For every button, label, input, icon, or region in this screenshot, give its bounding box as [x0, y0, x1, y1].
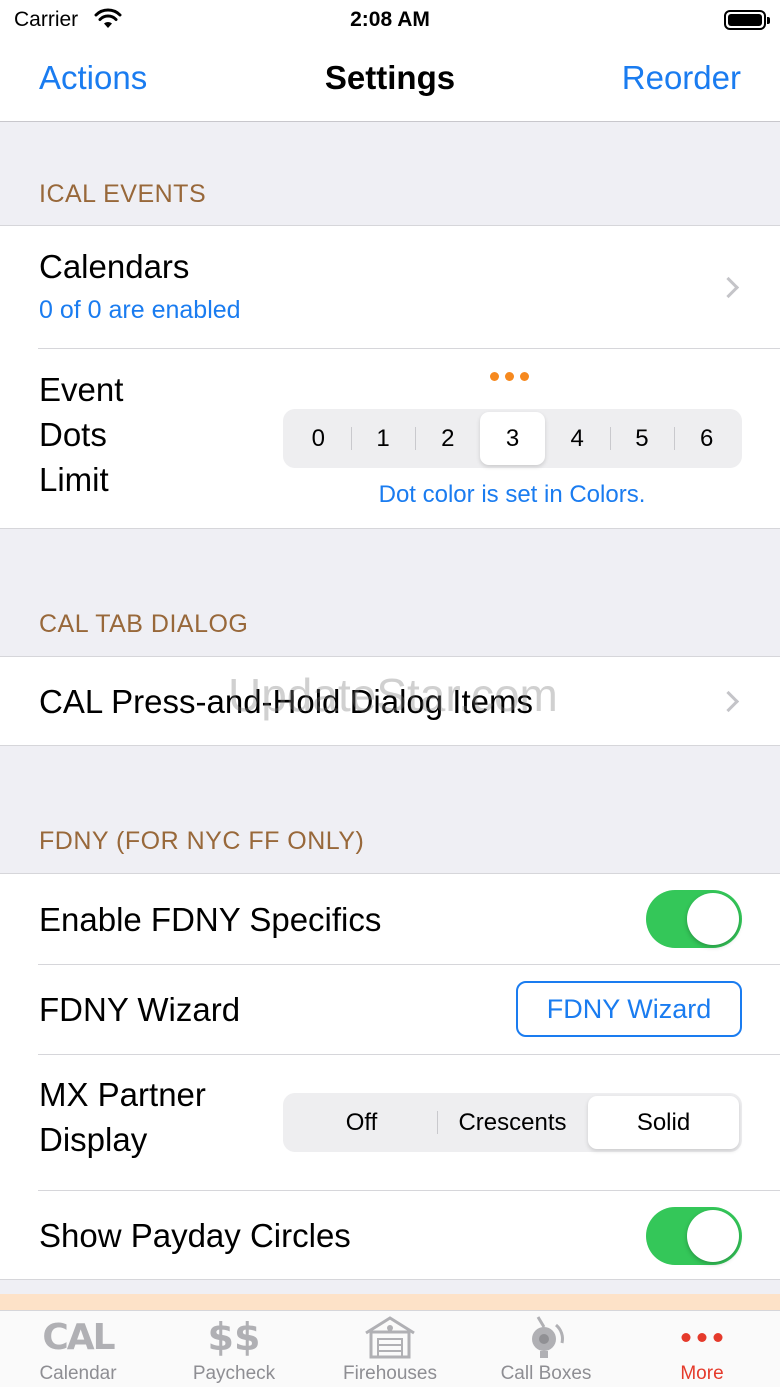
- event-dots-label-line-3: Limit: [39, 461, 109, 498]
- cal-press-and-hold-row[interactable]: CAL Press-and-Hold Dialog Items: [0, 657, 780, 745]
- navigation-bar: Actions Settings Reorder: [0, 40, 780, 122]
- tab-paycheck[interactable]: $$ Paycheck: [156, 1311, 312, 1387]
- cal-icon: CAL: [42, 1316, 115, 1358]
- battery-icon: [724, 10, 770, 30]
- show-payday-circles-toggle[interactable]: [646, 1207, 742, 1265]
- mx-option-crescents[interactable]: Crescents: [437, 1096, 588, 1149]
- dots-option-3[interactable]: 3: [480, 412, 545, 465]
- dots-option-5[interactable]: 5: [609, 412, 675, 465]
- dots-option-1[interactable]: 1: [350, 412, 416, 465]
- mx-partner-label-line-2: Display: [39, 1121, 148, 1158]
- mx-partner-segmented-control: Off Crescents Solid: [283, 1093, 742, 1152]
- section-header-cal-tab-dialog: CAL TAB DIALOG: [39, 610, 249, 638]
- show-payday-circles-row: Show Payday Circles: [0, 1191, 780, 1280]
- tab-calendar-label: Calendar: [39, 1363, 117, 1384]
- mx-option-solid[interactable]: Solid: [588, 1096, 739, 1149]
- fdny-wizard-row: FDNY Wizard FDNY Wizard: [0, 965, 780, 1054]
- dots-option-4[interactable]: 4: [545, 412, 610, 465]
- tab-more-label: More: [680, 1363, 724, 1384]
- event-dots-label-line-1: Event: [39, 371, 124, 408]
- status-bar: Carrier 2:08 AM: [0, 0, 780, 40]
- tab-firehouses-label: Firehouses: [343, 1363, 437, 1384]
- call-box-icon: [518, 1315, 574, 1359]
- dollar-icon: $$: [207, 1315, 261, 1359]
- firehouse-icon: [362, 1315, 418, 1359]
- cal-press-and-hold-title: CAL Press-and-Hold Dialog Items: [39, 683, 533, 720]
- tab-call-boxes-label: Call Boxes: [500, 1363, 592, 1384]
- fdny-group: Enable FDNY Specifics FDNY Wizard FDNY W…: [0, 873, 780, 1280]
- cal-tab-dialog-group: CAL Press-and-Hold Dialog Items: [0, 656, 780, 746]
- more-dots-icon: [681, 1315, 723, 1359]
- event-dots-label-line-2: Dots: [39, 416, 107, 453]
- show-payday-circles-title: Show Payday Circles: [39, 1217, 351, 1254]
- event-dots-segmented-control: 0 1 2 3 4 5 6: [283, 409, 742, 468]
- dots-option-0[interactable]: 0: [286, 412, 351, 465]
- dots-option-6[interactable]: 6: [674, 412, 739, 465]
- section-header-ical-events: ICAL EVENTS: [39, 180, 207, 208]
- clock: 2:08 AM: [350, 8, 430, 31]
- dot-color-note: Dot color is set in Colors.: [378, 481, 646, 508]
- peach-strip: [0, 1294, 780, 1310]
- chevron-right-icon: [717, 276, 740, 299]
- tab-call-boxes[interactable]: Call Boxes: [468, 1311, 624, 1387]
- mx-partner-label-line-1: MX Partner: [39, 1076, 206, 1113]
- tab-firehouses[interactable]: Firehouses: [312, 1311, 468, 1387]
- fdny-wizard-title: FDNY Wizard: [39, 991, 241, 1028]
- tab-paycheck-label: Paycheck: [192, 1363, 276, 1384]
- chevron-right-icon: [717, 690, 740, 713]
- enable-fdny-toggle[interactable]: [646, 890, 742, 948]
- enable-fdny-row: Enable FDNY Specifics: [0, 874, 780, 964]
- section-header-fdny: FDNY (FOR NYC FF ONLY): [39, 827, 365, 855]
- mx-partner-display-row: MX Partner Display Off Crescents Solid: [0, 1055, 780, 1190]
- calendars-title: Calendars: [39, 248, 190, 285]
- mx-option-off[interactable]: Off: [286, 1096, 437, 1149]
- dots-option-2[interactable]: 2: [415, 412, 480, 465]
- event-dots-preview: [490, 372, 529, 381]
- calendars-row[interactable]: Calendars 0 of 0 are enabled: [0, 226, 780, 348]
- tab-calendar[interactable]: CAL Calendar: [0, 1311, 156, 1387]
- tab-bar: CAL Calendar $$ Paycheck Firehouses Call…: [0, 1310, 780, 1387]
- reorder-button[interactable]: Reorder: [622, 59, 741, 97]
- calendars-subtitle: 0 of 0 are enabled: [39, 296, 241, 324]
- tab-more[interactable]: More: [624, 1311, 780, 1387]
- fdny-wizard-button[interactable]: FDNY Wizard: [516, 981, 742, 1037]
- enable-fdny-title: Enable FDNY Specifics: [39, 901, 382, 938]
